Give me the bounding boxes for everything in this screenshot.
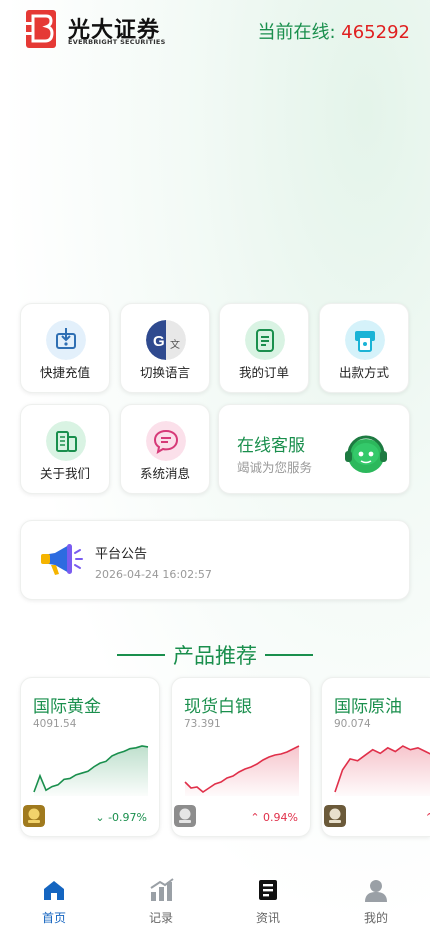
everbright-logo xyxy=(26,10,56,48)
announcement-card[interactable]: 平台公告 2026-04-24 16:02:57 xyxy=(20,520,410,600)
withdraw-icon xyxy=(345,320,385,360)
tab-label: 首页 xyxy=(41,911,66,925)
shortcut-label: 快捷充值 xyxy=(39,365,90,380)
product-change-value: -0.97% xyxy=(108,811,147,824)
tab-news[interactable]: 资讯 xyxy=(218,868,318,932)
tab-label: 我的 xyxy=(363,911,388,925)
shortcut-label: 系统消息 xyxy=(139,466,190,481)
shortcut-withdraw[interactable]: 出款方式 xyxy=(319,303,409,393)
product-name: 现货白银 xyxy=(184,697,252,717)
chart-icon xyxy=(150,878,174,901)
header: 光大证券 EVERBRIGHT SECURITIES 当前在线: 465292 xyxy=(0,0,430,60)
bottom-tab-bar: 首页 记录 资讯 我的 xyxy=(0,868,430,932)
section-title: 产品推荐 xyxy=(173,644,257,668)
svg-text:G: G xyxy=(153,333,165,350)
online-count: 465292 xyxy=(341,22,410,43)
product-card-gold[interactable]: 国际黄金 4091.54 ⌄ -0.97% xyxy=(20,677,160,837)
product-sparkline xyxy=(334,745,430,796)
product-card-silver[interactable]: 现货白银 73.391 ⌃ 0.94% xyxy=(171,677,311,837)
product-sparkline xyxy=(33,745,149,796)
shortcut-messages[interactable]: 系统消息 xyxy=(120,404,210,494)
product-sparkline xyxy=(184,745,300,796)
product-change: ⌃ 0.94% xyxy=(250,811,298,824)
announcement-title: 平台公告 xyxy=(95,547,148,562)
deposit-icon xyxy=(46,320,86,360)
order-icon xyxy=(245,320,285,360)
shortcut-orders[interactable]: 我的订单 xyxy=(219,303,309,393)
service-title: 在线客服 xyxy=(237,436,305,456)
product-price: 90.074 xyxy=(334,718,371,730)
gold-badge-icon xyxy=(23,805,45,827)
shortcut-language[interactable]: G 文 切换语言 xyxy=(120,303,210,393)
service-subtitle: 竭诚为您服务 xyxy=(237,460,313,475)
user-icon xyxy=(365,880,387,902)
silver-badge-icon xyxy=(174,805,196,827)
megaphone-icon xyxy=(41,544,83,575)
product-change-value: 0.94% xyxy=(263,811,298,824)
translate-icon: G 文 xyxy=(146,320,186,360)
arrow-up-icon: ⌃ xyxy=(250,811,260,824)
shortcut-label: 出款方式 xyxy=(338,365,389,380)
headset-robot-icon xyxy=(345,435,387,473)
product-change: ⌄ -0.97% xyxy=(95,811,147,824)
tab-label: 资讯 xyxy=(255,911,280,925)
sparkline-area xyxy=(335,746,430,796)
oil-badge-icon xyxy=(324,805,346,827)
product-name: 国际黄金 xyxy=(33,697,101,717)
news-icon xyxy=(259,880,277,900)
shortcut-deposit[interactable]: 快捷充值 xyxy=(20,303,110,393)
tab-home[interactable]: 首页 xyxy=(4,868,104,932)
svg-text:文: 文 xyxy=(170,338,180,351)
online-counter: 当前在线: 465292 xyxy=(257,18,410,44)
tab-label: 记录 xyxy=(148,911,173,925)
tab-profile[interactable]: 我的 xyxy=(326,868,426,932)
brand-name-en: EVERBRIGHT SECURITIES xyxy=(68,38,166,46)
home-icon xyxy=(44,881,64,900)
announcement-time: 2026-04-24 16:02:57 xyxy=(95,568,212,581)
sparkline-area xyxy=(34,746,148,796)
tab-records[interactable]: 记录 xyxy=(111,868,211,932)
shortcut-label: 我的订单 xyxy=(238,365,289,380)
message-icon xyxy=(146,421,186,461)
section-divider-right xyxy=(265,654,313,656)
product-price: 73.391 xyxy=(184,718,221,730)
arrow-down-icon: ⌄ xyxy=(95,811,105,824)
shortcut-label: 切换语言 xyxy=(139,365,190,380)
about-icon xyxy=(46,421,86,461)
product-change: ⌃ xyxy=(425,811,430,824)
product-card-oil[interactable]: 国际原油 90.074 ⌃ xyxy=(321,677,430,837)
product-name: 国际原油 xyxy=(334,697,402,717)
shortcut-label: 关于我们 xyxy=(39,466,90,481)
online-service-card[interactable]: 在线客服 竭诚为您服务 xyxy=(218,404,410,494)
product-price: 4091.54 xyxy=(33,718,77,730)
online-label: 当前在线: xyxy=(257,22,342,43)
arrow-up-icon: ⌃ xyxy=(425,811,430,824)
shortcut-about[interactable]: 关于我们 xyxy=(20,404,110,494)
